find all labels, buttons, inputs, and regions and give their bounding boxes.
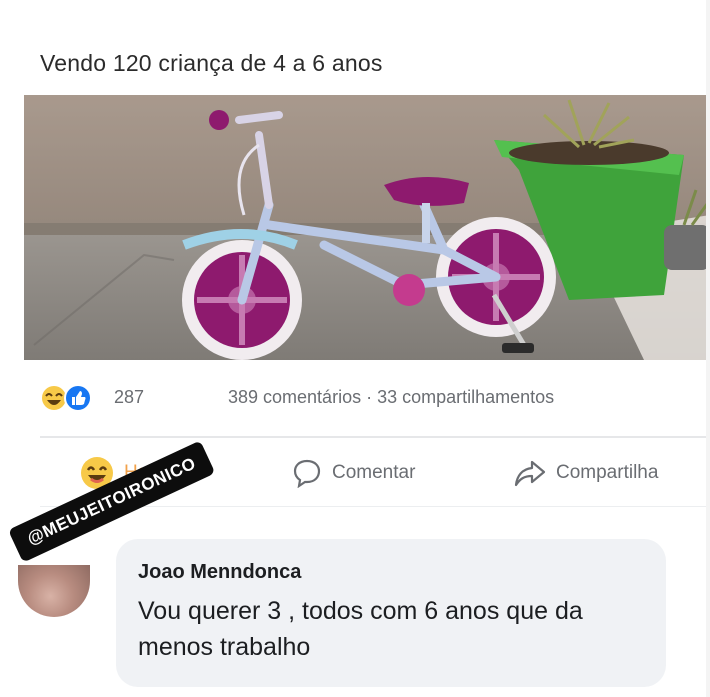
commenter-avatar[interactable] bbox=[18, 565, 90, 617]
page-edge bbox=[706, 0, 710, 697]
comment-author[interactable]: Joao Menndonca bbox=[138, 561, 301, 584]
reaction-icons[interactable] bbox=[40, 384, 106, 412]
stats-divider bbox=[40, 436, 710, 438]
share-button[interactable]: Compartilha bbox=[514, 456, 658, 490]
share-arrow-icon bbox=[514, 460, 546, 487]
comment-button[interactable]: Comentar bbox=[292, 456, 415, 490]
post-stats: 287 389 comentários · 33 compartilhament… bbox=[0, 380, 710, 416]
share-label: Compartilha bbox=[556, 462, 659, 483]
comment-label: Comentar bbox=[332, 462, 416, 483]
comment-text: Vou querer 3 , todos com 6 anos que da m… bbox=[138, 597, 583, 661]
post-photo[interactable] bbox=[24, 95, 710, 360]
post-title: Vendo 120 criança de 4 a 6 anos bbox=[40, 50, 383, 76]
comments-shares-count[interactable]: 389 comentários · 33 compartilhamentos bbox=[228, 387, 554, 408]
comment-bubble-icon bbox=[293, 459, 321, 488]
comment-bubble: Joao Menndonca Vou querer 3 , todos com … bbox=[116, 539, 666, 687]
bicycle-photo bbox=[24, 95, 710, 360]
haha-icon bbox=[40, 384, 68, 412]
like-icon bbox=[64, 384, 92, 412]
reaction-count[interactable]: 287 bbox=[114, 387, 144, 408]
